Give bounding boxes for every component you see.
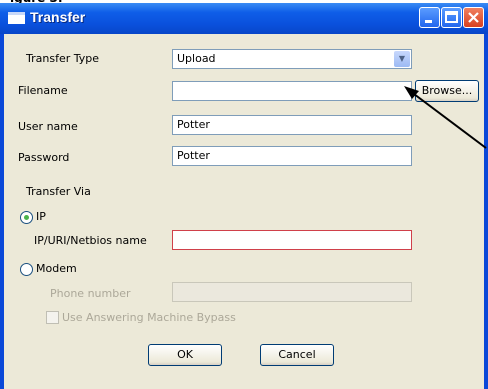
phone-number-label: Phone number: [50, 287, 131, 300]
maximize-button[interactable]: [441, 7, 462, 28]
bypass-checkbox: [46, 311, 59, 324]
modem-radio-label[interactable]: Modem: [36, 262, 77, 275]
minimize-icon: [425, 20, 432, 23]
title-bar[interactable]: Transfer: [0, 3, 488, 34]
ip-radio[interactable]: [20, 211, 33, 224]
window-icon: [8, 12, 25, 24]
transfer-type-select[interactable]: Upload ▼: [172, 49, 412, 69]
window-title: Transfer: [30, 9, 86, 25]
transfer-type-label: Transfer Type: [26, 52, 99, 65]
ok-button[interactable]: OK: [148, 344, 222, 366]
maximize-icon: [445, 11, 458, 23]
modem-radio[interactable]: [20, 263, 33, 276]
phone-number-input: [172, 282, 412, 302]
radio-selected-dot: [24, 215, 29, 220]
transfer-via-label: Transfer Via: [26, 185, 91, 198]
username-label: User name: [18, 120, 78, 133]
transfer-type-value: Upload: [177, 52, 216, 65]
ip-radio-label[interactable]: IP: [36, 210, 46, 223]
dialog-body: Transfer Type Upload ▼ Filename Browse..…: [4, 34, 484, 389]
password-input[interactable]: Potter: [172, 146, 412, 166]
minimize-button[interactable]: [419, 7, 440, 28]
cancel-button[interactable]: Cancel: [260, 344, 334, 366]
filename-label: Filename: [18, 84, 68, 97]
filename-input[interactable]: [172, 81, 412, 101]
browse-button[interactable]: Browse...: [415, 80, 479, 102]
username-input[interactable]: Potter: [172, 115, 412, 135]
ip-address-input[interactable]: [172, 230, 412, 250]
close-button[interactable]: [463, 7, 484, 28]
ip-field-label: IP/URI/Netbios name: [34, 234, 147, 247]
bypass-label: Use Answering Machine Bypass: [62, 311, 236, 324]
password-label: Password: [18, 151, 70, 164]
close-icon: [468, 12, 479, 23]
chevron-down-icon[interactable]: ▼: [394, 51, 410, 67]
transfer-window: Transfer Transfer Type Upload ▼ Filename…: [0, 3, 488, 389]
